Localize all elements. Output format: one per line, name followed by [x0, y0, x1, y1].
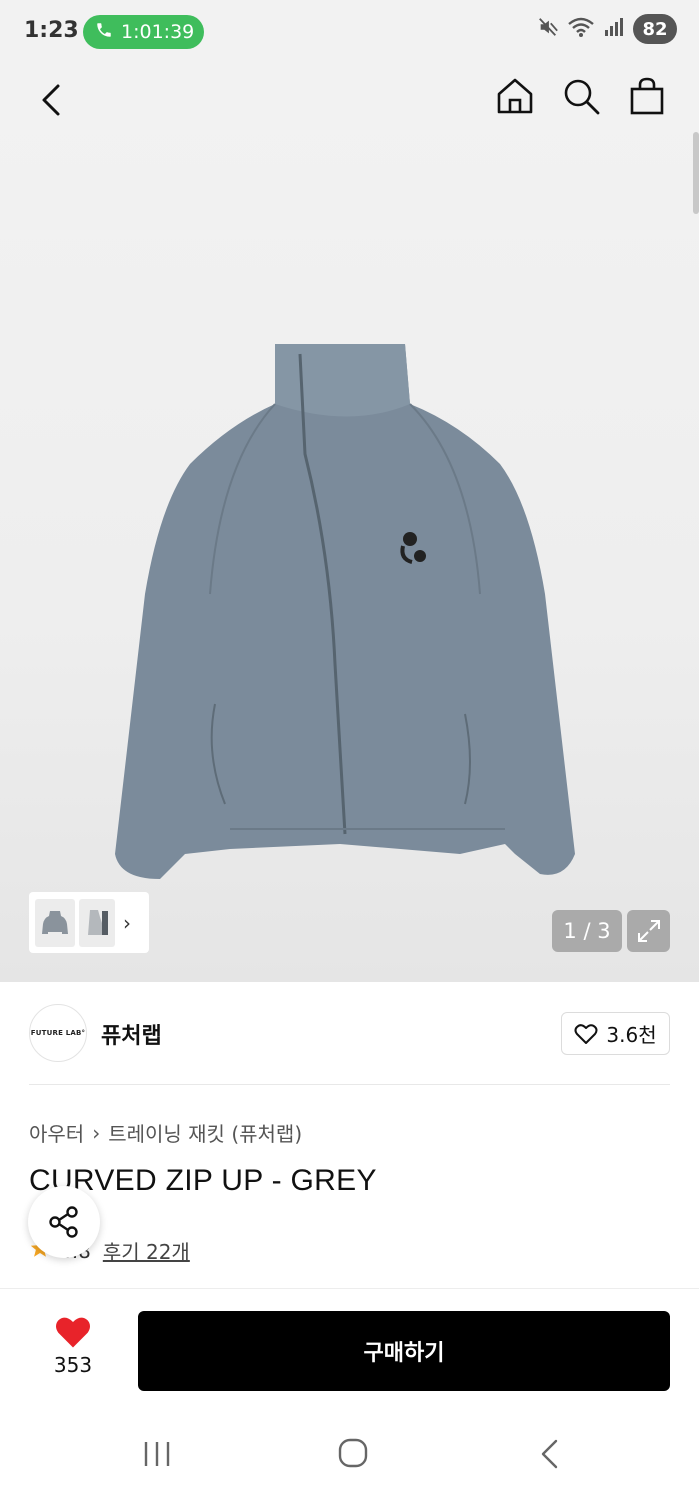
back-arrow-icon [42, 84, 60, 116]
page-indicator: 1 / 3 [552, 910, 622, 952]
back-nav-button[interactable] [538, 1438, 562, 1474]
recents-icon [144, 1442, 170, 1466]
home-nav-button[interactable] [336, 1436, 370, 1474]
thumbnail-front[interactable] [35, 898, 75, 947]
brand-name[interactable]: 퓨처랩 [101, 1018, 162, 1050]
wifi-icon [567, 16, 595, 42]
expand-icon [637, 920, 660, 942]
header-actions [491, 72, 671, 120]
brand-row: FUTURE LAB° 퓨처랩 3.6천 [29, 1004, 670, 1064]
home-nav-icon [338, 1438, 368, 1468]
breadcrumb: 아우터 › 트레이닝 재킷 (퓨처랩) [29, 1118, 302, 1147]
product-image-gallery[interactable] [0, 64, 699, 982]
expand-button[interactable] [627, 910, 670, 952]
home-icon [497, 78, 533, 114]
brand-logo[interactable]: FUTURE LAB° [29, 1004, 87, 1062]
jacket-thumbnail-icon [42, 910, 68, 934]
cart-button[interactable] [623, 72, 671, 120]
recents-button[interactable] [140, 1438, 174, 1474]
call-duration: 1:01:39 [121, 21, 195, 43]
system-nav-bar [0, 1414, 699, 1500]
buy-button[interactable]: 구매하기 [138, 1311, 670, 1391]
product-image [115, 344, 575, 879]
jacket-thumbnail-icon [88, 909, 108, 935]
call-indicator[interactable]: 1:01:39 [83, 15, 204, 49]
brand-like-count: 3.6천 [606, 1023, 657, 1047]
heart-outline-icon [574, 1023, 598, 1044]
mute-icon [537, 16, 559, 42]
bottom-action-bar: 353 구매하기 [0, 1288, 699, 1414]
divider [29, 1084, 670, 1085]
status-bar: 1:23 1:01:39 82 [0, 0, 699, 64]
shopping-bag-icon [630, 77, 664, 115]
status-time: 1:23 [24, 18, 79, 43]
thumbnail-strip[interactable]: › [29, 892, 149, 953]
status-icons: 82 [537, 14, 677, 44]
like-button[interactable]: 353 [40, 1315, 106, 1377]
share-button[interactable] [28, 1186, 100, 1258]
brand-like-button[interactable]: 3.6천 [561, 1012, 670, 1055]
breadcrumb-item[interactable]: 트레이닝 재킷 (퓨처랩) [108, 1118, 302, 1147]
chevron-right-icon[interactable]: › [123, 911, 131, 935]
like-count: 353 [53, 1353, 93, 1377]
back-nav-icon [541, 1439, 558, 1469]
breadcrumb-item[interactable]: 아우터 [29, 1118, 84, 1147]
scroll-indicator[interactable] [693, 132, 699, 214]
search-button[interactable] [557, 72, 605, 120]
share-icon [49, 1206, 78, 1238]
signal-icon [603, 16, 625, 42]
search-icon [564, 79, 600, 115]
chevron-right-icon: › [92, 1120, 101, 1145]
phone-icon [95, 21, 113, 43]
home-button[interactable] [491, 72, 539, 120]
battery-indicator: 82 [633, 14, 677, 44]
thumbnail-side[interactable] [79, 898, 115, 947]
heart-filled-icon [56, 1317, 90, 1348]
reviews-link[interactable]: 후기 22개 [103, 1236, 190, 1265]
back-button[interactable] [30, 78, 74, 122]
